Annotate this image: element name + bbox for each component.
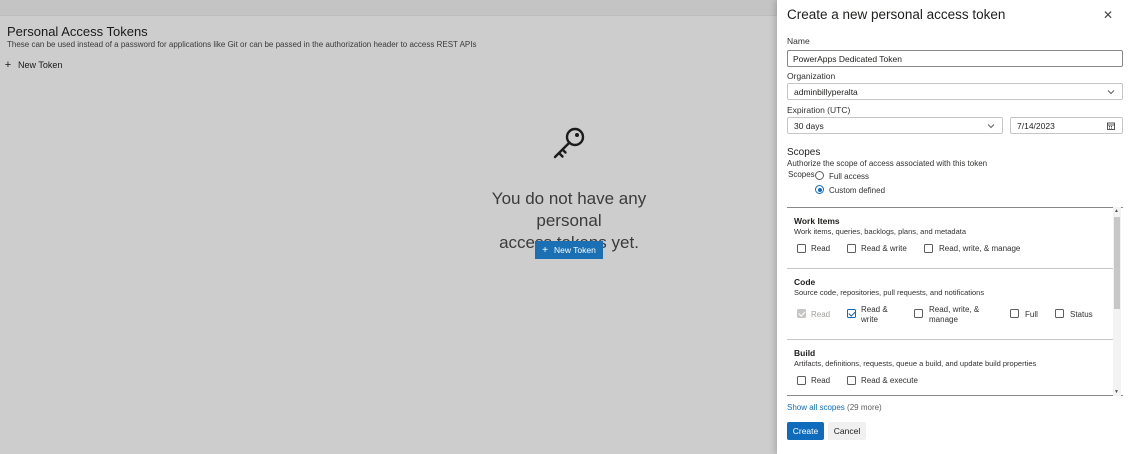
code-status-checkbox[interactable] — [1055, 309, 1064, 318]
page-subtitle: These can be used instead of a password … — [7, 40, 477, 49]
scope-section-build: Build Artifacts, definitions, requests, … — [787, 340, 1113, 395]
expiration-date-value: 7/14/2023 — [1017, 120, 1055, 131]
checkbox-label: Read, write, & manage — [929, 305, 979, 325]
new-token-button-label: New Token — [553, 245, 596, 255]
code-read-checkbox — [797, 309, 806, 318]
new-token-link[interactable]: + New Token — [4, 59, 63, 71]
scope-list-scrollbar[interactable]: ▲ ▼ — [1113, 207, 1121, 396]
scope-list: Work Items Work items, queries, backlogs… — [787, 207, 1123, 396]
organization-label: Organization — [787, 71, 836, 81]
scopes-heading: Scopes — [787, 147, 821, 158]
checkbox-label: Read & execute — [861, 376, 918, 385]
show-all-scopes-link[interactable]: Show all scopes — [787, 403, 845, 412]
work-items-read-write-manage-checkbox[interactable] — [924, 244, 933, 253]
create-button[interactable]: Create — [787, 422, 824, 440]
checkbox-label: Read & write — [861, 305, 888, 325]
name-field-value: PowerApps Dedicated Token — [793, 53, 902, 64]
code-read-write-manage-checkbox[interactable] — [914, 309, 923, 318]
chevron-down-icon — [987, 123, 995, 128]
scope-section-code: Code Source code, repositories, pull req… — [787, 269, 1113, 340]
close-icon[interactable]: ✕ — [1101, 8, 1115, 22]
page-title: Personal Access Tokens — [7, 24, 148, 39]
full-access-label: Full access — [829, 172, 870, 181]
checkbox-label: Read — [811, 376, 831, 385]
section-description: Work items, queries, backlogs, plans, an… — [794, 227, 967, 236]
full-access-radio[interactable] — [815, 171, 824, 180]
build-read-execute-checkbox[interactable] — [847, 376, 856, 385]
scroll-up-arrow-icon[interactable]: ▲ — [1114, 208, 1119, 214]
cancel-button[interactable]: Cancel — [828, 422, 866, 440]
checkbox-label: Read — [811, 244, 831, 253]
expiration-label: Expiration (UTC) — [787, 105, 851, 115]
code-read-write-checkbox[interactable] — [847, 309, 856, 318]
new-token-button[interactable]: + New Token — [535, 241, 603, 259]
expiration-select-value: 30 days — [794, 120, 824, 131]
checkbox-label: Read, write, & manage — [939, 244, 1021, 253]
section-name: Code — [794, 277, 816, 287]
calendar-icon — [1107, 122, 1115, 130]
plus-icon: + — [542, 244, 548, 256]
section-name: Build — [794, 348, 816, 358]
organization-select[interactable]: adminbillyperalta — [787, 83, 1123, 100]
work-items-read-checkbox[interactable] — [797, 244, 806, 253]
plus-icon: + — [4, 59, 12, 71]
custom-defined-radio[interactable] — [815, 185, 824, 194]
section-description: Artifacts, definitions, requests, queue … — [794, 359, 1037, 368]
name-label: Name — [787, 36, 810, 46]
panel-title: Create a new personal access token — [787, 7, 1006, 22]
expiration-date-picker[interactable]: 7/14/2023 — [1010, 117, 1123, 134]
new-token-link-label: New Token — [18, 60, 63, 70]
key-icon — [553, 127, 585, 159]
section-name: Work Items — [794, 216, 840, 226]
code-full-checkbox[interactable] — [1010, 309, 1019, 318]
empty-state-line-1: You do not have any personal — [491, 189, 647, 230]
checkbox-label: Read & write — [861, 244, 907, 253]
expiration-select[interactable]: 30 days — [787, 117, 1003, 134]
checkbox-label: Read — [811, 310, 831, 319]
checkbox-label-line: write — [861, 315, 878, 324]
checkbox-label: Full — [1025, 310, 1038, 319]
scroll-down-arrow-icon[interactable]: ▼ — [1114, 389, 1119, 395]
section-description: Source code, repositories, pull requests… — [794, 288, 985, 297]
organization-select-value: adminbillyperalta — [794, 86, 858, 97]
chevron-down-icon — [1107, 89, 1115, 94]
checkbox-label-line: Read, write, & — [929, 305, 980, 314]
create-token-panel: Create a new personal access token ✕ Nam… — [777, 0, 1140, 454]
scopes-description: Authorize the scope of access associated… — [787, 159, 988, 168]
checkbox-label-line: Read & — [861, 305, 888, 314]
work-items-read-write-checkbox[interactable] — [847, 244, 856, 253]
show-all-scopes: Show all scopes (29 more) — [787, 403, 882, 412]
name-field[interactable]: PowerApps Dedicated Token — [787, 50, 1123, 67]
build-read-checkbox[interactable] — [797, 376, 806, 385]
custom-defined-label: Custom defined — [829, 186, 886, 195]
checkbox-label: Status — [1070, 310, 1093, 319]
scopes-radio-label: Scopes — [788, 170, 815, 179]
checkbox-label-line: manage — [929, 315, 958, 324]
scroll-thumb[interactable] — [1114, 217, 1120, 309]
scope-section-work-items: Work Items Work items, queries, backlogs… — [787, 208, 1113, 269]
show-all-scopes-count: (29 more) — [847, 403, 882, 412]
